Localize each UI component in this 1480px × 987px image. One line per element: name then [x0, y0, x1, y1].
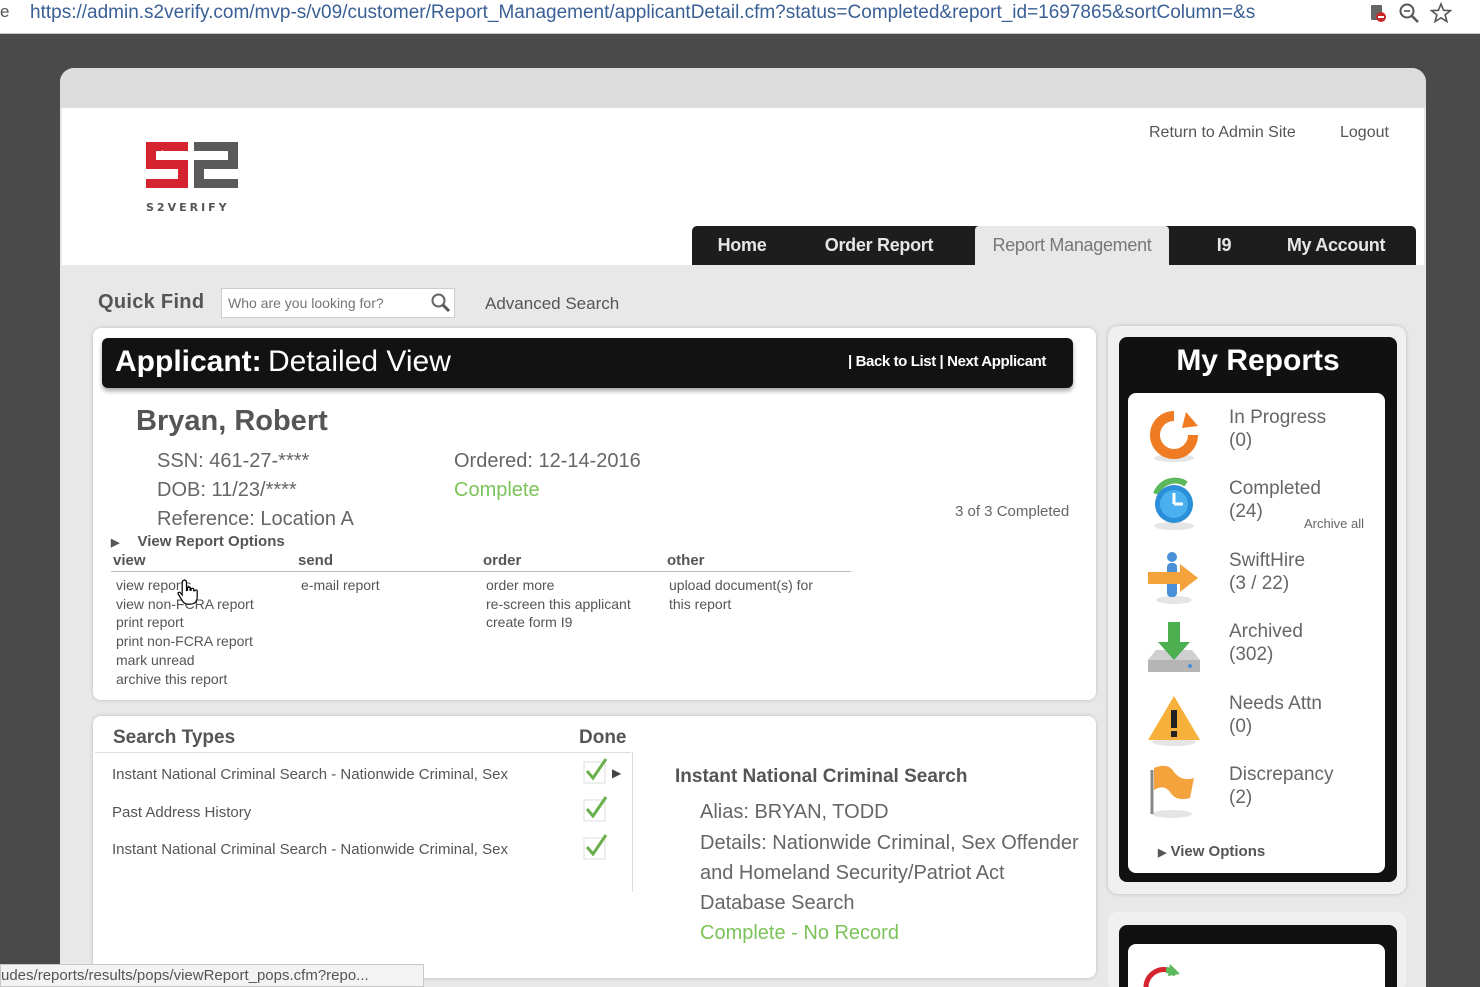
alias-value: Alias: BRYAN, TODD	[700, 801, 889, 823]
clock-icon[interactable]	[1146, 476, 1202, 537]
nav-my-account[interactable]: My Account	[1272, 226, 1400, 265]
done-header: Done	[579, 727, 627, 748]
create-form-i9-link[interactable]: create form I9	[486, 613, 631, 632]
needs-attn-label: Needs Attn	[1229, 693, 1322, 714]
warning-icon[interactable]	[1146, 692, 1202, 753]
report-status: Complete	[454, 479, 540, 501]
print-non-fcra-report-link[interactable]: print non-FCRA report	[116, 632, 254, 651]
options-divider	[111, 571, 851, 572]
my-reports-archived[interactable]: Archived (302)	[1229, 620, 1303, 666]
blocked-content-icon[interactable]	[1368, 2, 1388, 30]
discrepancy-count: (2)	[1229, 787, 1253, 808]
ssn-value: SSN: 461-27-****	[157, 450, 310, 472]
return-to-admin-link[interactable]: Return to Admin Site	[1149, 124, 1296, 142]
completed-count: 3 of 3 Completed	[955, 503, 1070, 520]
archive-report-link[interactable]: archive this report	[116, 670, 254, 689]
quick-find-label: Quick Find	[98, 291, 205, 313]
applicant-name: Bryan, Robert	[136, 405, 328, 437]
nav-home[interactable]: Home	[700, 226, 784, 265]
my-reports-title: My Reports	[1176, 344, 1340, 377]
person-arrow-icon[interactable]	[1146, 548, 1202, 611]
nav-i9[interactable]: I9	[1196, 226, 1252, 265]
bookmark-star-icon[interactable]	[1429, 1, 1453, 30]
browser-tab-edge: e	[0, 2, 10, 21]
search-type-row[interactable]: Instant National Criminal Search - Natio…	[112, 766, 508, 783]
page-title-bold: Applicant:	[115, 345, 262, 378]
email-report-link[interactable]: e-mail report	[301, 576, 380, 595]
options-col-order: order	[483, 552, 522, 569]
dob-value: DOB: 11/23/****	[157, 479, 297, 501]
search-detail-title: Instant National Criminal Search	[675, 766, 968, 787]
checkmark-icon	[583, 758, 609, 789]
order-more-link[interactable]: order more	[486, 576, 631, 595]
top-strip	[60, 68, 1426, 108]
my-reports-discrepancy[interactable]: Discrepancy (2)	[1229, 763, 1334, 809]
needs-attn-count: (0)	[1229, 716, 1253, 737]
search-type-row[interactable]: Instant National Criminal Search - Natio…	[112, 841, 508, 858]
hand-cursor-icon	[176, 578, 202, 613]
upload-documents-link[interactable]: upload document(s) for	[669, 576, 813, 595]
details-line: Details: Nationwide Criminal, Sex Offend…	[700, 832, 1079, 854]
address-field[interactable]: https://admin.s2verify.com/mvp-s/v09/cus…	[30, 2, 1360, 24]
nav-report-management[interactable]: Report Management	[975, 226, 1169, 265]
logout-link[interactable]: Logout	[1340, 124, 1389, 142]
ordered-date: Ordered: 12-14-2016	[454, 450, 641, 472]
my-reports-needs-attn[interactable]: Needs Attn (0)	[1229, 692, 1322, 738]
title-links: | Back to List | Next Applicant	[848, 353, 1046, 370]
checkmark-icon	[583, 834, 609, 865]
advanced-search-link[interactable]: Advanced Search	[485, 294, 619, 314]
s2verify-logo[interactable]: S2VERIFY	[146, 142, 240, 214]
triangle-right-icon: ▶	[111, 537, 120, 549]
search-type-row[interactable]: Past Address History	[112, 804, 251, 821]
browser-status-bar: udes/reports/results/pops/viewReport_pop…	[0, 964, 424, 987]
back-to-list-link[interactable]: | Back to List |	[848, 353, 944, 370]
refresh-icon[interactable]	[1140, 962, 1200, 987]
in-progress-label: In Progress	[1229, 407, 1327, 428]
nav-order-report[interactable]: Order Report	[806, 226, 952, 265]
swifthire-label: SwiftHire	[1229, 550, 1306, 571]
discrepancy-label: Discrepancy	[1229, 764, 1334, 785]
logo-wordmark: S2VERIFY	[146, 201, 230, 214]
completed-label: Completed	[1229, 478, 1321, 499]
view-options-toggle[interactable]: ▶ View Options	[1158, 843, 1265, 860]
flag-icon[interactable]	[1146, 762, 1202, 825]
triangle-right-icon: ▶	[1158, 847, 1167, 859]
in-progress-count: (0)	[1229, 430, 1253, 451]
search-result-status: Complete - No Record	[700, 922, 899, 944]
swifthire-count: (3 / 22)	[1229, 573, 1290, 594]
archived-count: (302)	[1229, 644, 1274, 665]
mark-unread-link[interactable]: mark unread	[116, 651, 254, 670]
view-report-options-toggle[interactable]: ▶ View Report Options	[111, 533, 285, 550]
next-applicant-link[interactable]: Next Applicant	[947, 353, 1046, 370]
my-reports-swifthire[interactable]: SwiftHire (3 / 22)	[1229, 549, 1305, 595]
details-line: and Homeland Security/Patriot Act	[700, 862, 1005, 884]
archive-all-link[interactable]: Archive all	[1304, 516, 1364, 531]
print-report-link[interactable]: print report	[116, 613, 254, 632]
refresh-icon[interactable]	[1146, 408, 1202, 469]
search-types-vertical-divider	[632, 752, 633, 892]
upload-documents-link-cont[interactable]: this report	[669, 595, 813, 614]
options-col-view: view	[113, 552, 146, 569]
options-col-send: send	[298, 552, 334, 569]
details-line: Database Search	[700, 892, 855, 914]
options-col-other: other	[667, 552, 705, 569]
view-report-options-label: View Report Options	[137, 533, 285, 550]
view-options-label: View Options	[1170, 843, 1266, 860]
download-tray-icon[interactable]	[1146, 620, 1202, 681]
zoom-icon[interactable]	[1398, 2, 1420, 30]
archived-label: Archived	[1229, 621, 1303, 642]
search-icon[interactable]	[430, 292, 452, 319]
reference-value: Reference: Location A	[157, 508, 354, 530]
search-types-divider	[95, 752, 631, 753]
search-types-header: Search Types	[113, 727, 236, 748]
page-title: Detailed View	[268, 345, 451, 378]
checkmark-icon	[583, 796, 609, 827]
rescreen-applicant-link[interactable]: re-screen this applicant	[486, 595, 631, 614]
browser-url-bar[interactable]: e https://admin.s2verify.com/mvp-s/v09/c…	[0, 0, 1480, 34]
selected-row-arrow-icon: ▶	[612, 766, 622, 780]
quick-find-input[interactable]	[221, 288, 455, 318]
my-reports-in-progress[interactable]: In Progress (0)	[1229, 406, 1326, 452]
